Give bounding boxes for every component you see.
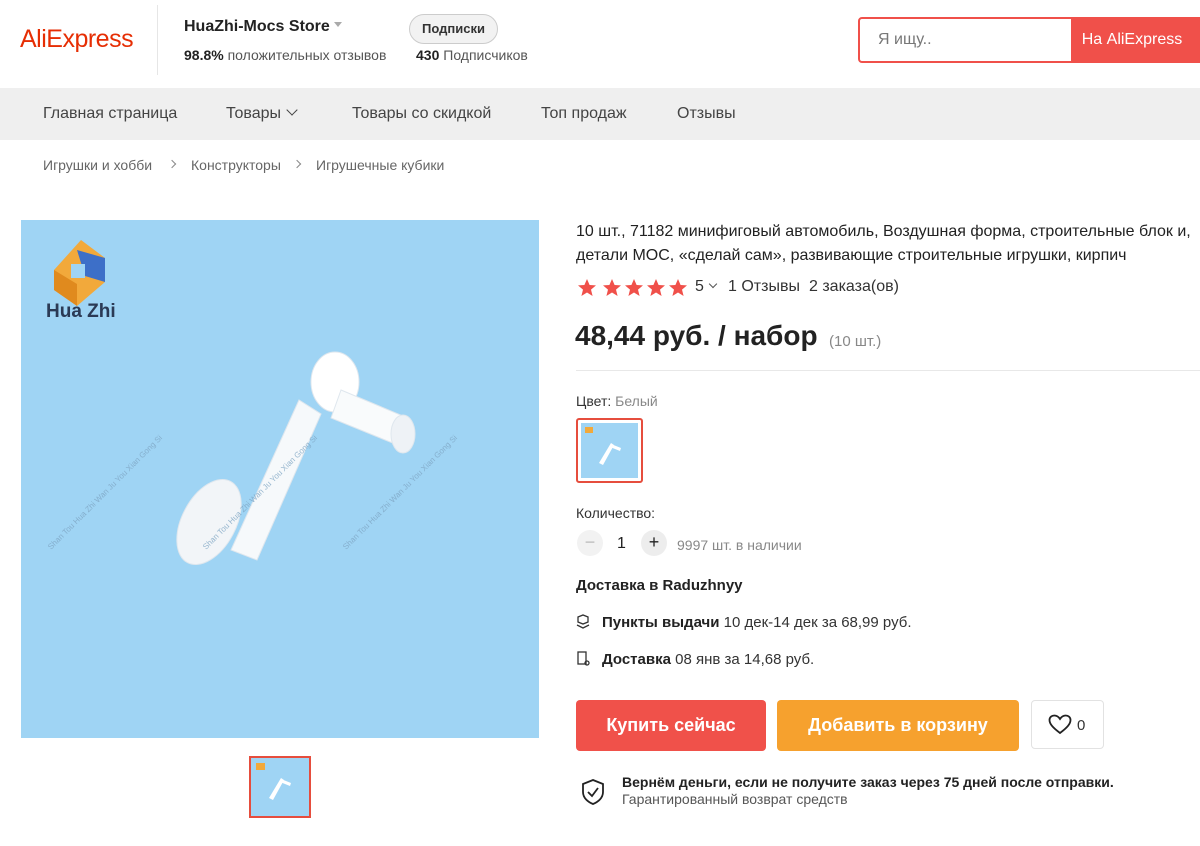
add-to-cart-button[interactable]: Добавить в корзину [777,700,1019,751]
star-icon [578,279,596,296]
positive-label: положительных отзывов [227,47,387,63]
wishlist-count: 0 [1077,717,1086,734]
chevron-down-icon[interactable] [708,279,718,289]
pickup-label: Пункты выдачи [602,614,720,631]
pickup-text: 10 дек-14 дек за 68,99 руб. [723,614,912,631]
price: 48,44 руб. / набор [575,320,818,351]
quantity-value[interactable]: 1 [617,535,626,553]
thumbnail-image [256,763,291,800]
nav-home[interactable]: Главная страница [43,105,177,123]
breadcrumb-item[interactable]: Конструкторы [191,157,281,173]
brand-text: Hua Zhi [46,301,116,322]
search-button[interactable]: На AliExpress [1071,19,1193,61]
delivery-heading[interactable]: Доставка в Raduzhnyy [576,577,743,594]
color-swatch-white[interactable] [576,418,643,483]
subscribers-count: 430 [416,47,440,63]
nav-sale[interactable]: Товары со скидкой [352,105,491,123]
rating-stars[interactable] [577,278,689,303]
guarantee-subtitle: Гарантированный возврат средств [622,791,848,807]
reviews-link[interactable]: 1 Отзывы [728,278,800,296]
orders-count: 2 заказа(ов) [809,278,899,295]
quantity-minus-button[interactable]: − [577,530,603,556]
star-icon [603,279,621,296]
nav-products[interactable]: Товары [226,104,298,123]
store-name[interactable]: HuaZhi-Mocs Store [184,18,330,36]
chevron-right-icon [292,159,302,169]
color-label-text: Цвет: [576,393,612,409]
nav-reviews[interactable]: Отзывы [677,105,736,123]
delivery-icon [577,651,590,666]
product-image[interactable]: Hua Zhi Shan Tou Hua Zhi Wan Ju You Xian… [21,220,539,738]
pickup-row: Пункты выдачи 10 дек-14 дек за 68,99 руб… [576,614,912,631]
buy-now-button[interactable]: Купить сейчас [576,700,766,751]
aliexpress-logo[interactable]: AliExpress [20,25,134,54]
product-photo: Hua Zhi Shan Tou Hua Zhi Wan Ju You Xian… [46,240,459,566]
header: AliExpress HuaZhi-Mocs Store 98.8% полож… [0,0,1200,88]
breadcrumb-item[interactable]: Игрушечные кубики [316,157,444,173]
breadcrumb-item[interactable]: Игрушки и хобби [43,157,152,173]
store-rating: 98.8% положительных отзывов [184,47,386,63]
stock-count: 9997 шт. в наличии [677,537,802,553]
heart-icon [1048,714,1072,735]
wishlist-button[interactable]: 0 [1031,700,1104,749]
product-title: 10 шт., 71182 минифиговый автомобиль, Во… [576,223,1191,264]
guarantee-title: Вернём деньги, если не получите заказ че… [622,774,1114,790]
chevron-down-icon [286,104,298,116]
color-value: Белый [615,393,658,409]
star-icon [647,279,665,296]
caret-down-icon[interactable] [334,22,342,27]
subscribe-button[interactable]: Подписки [409,14,498,44]
brand-logo-icon [54,240,105,306]
subscribers: 430 Подписчиков [416,47,528,63]
search-button-edge [1193,19,1200,61]
watermark-text: Shan Tou Hua Zhi Wan Ju You Xian Gong Si [46,433,164,551]
delivery-row: Доставка 08 янв за 14,68 руб. [576,651,814,668]
quantity-plus-button[interactable]: + [641,530,667,556]
search-placeholder: Я ищу.. [878,31,932,48]
header-divider [157,5,158,75]
rating-value[interactable]: 5 [695,278,704,296]
thumbnail[interactable] [249,756,311,818]
color-label: Цвет: Белый [576,393,658,409]
swatch-image [581,423,638,478]
delivery-text: 08 янв за 14,68 руб. [675,651,815,668]
positive-percent: 98.8% [184,47,224,63]
pickup-icon [576,614,590,629]
nav-top-sales[interactable]: Топ продаж [541,105,627,123]
chevron-right-icon [167,159,177,169]
delivery-label: Доставка [602,651,671,668]
nav-products-label: Товары [226,105,282,122]
star-icon [669,279,687,296]
divider [576,370,1200,371]
star-icon [625,279,643,296]
shield-check-icon [582,779,604,805]
subscribers-label: Подписчиков [443,47,528,63]
price-unit: (10 шт.) [829,333,882,350]
store-nav: Главная страница Товары Товары со скидко… [0,88,1200,140]
quantity-label: Количество: [576,505,656,521]
